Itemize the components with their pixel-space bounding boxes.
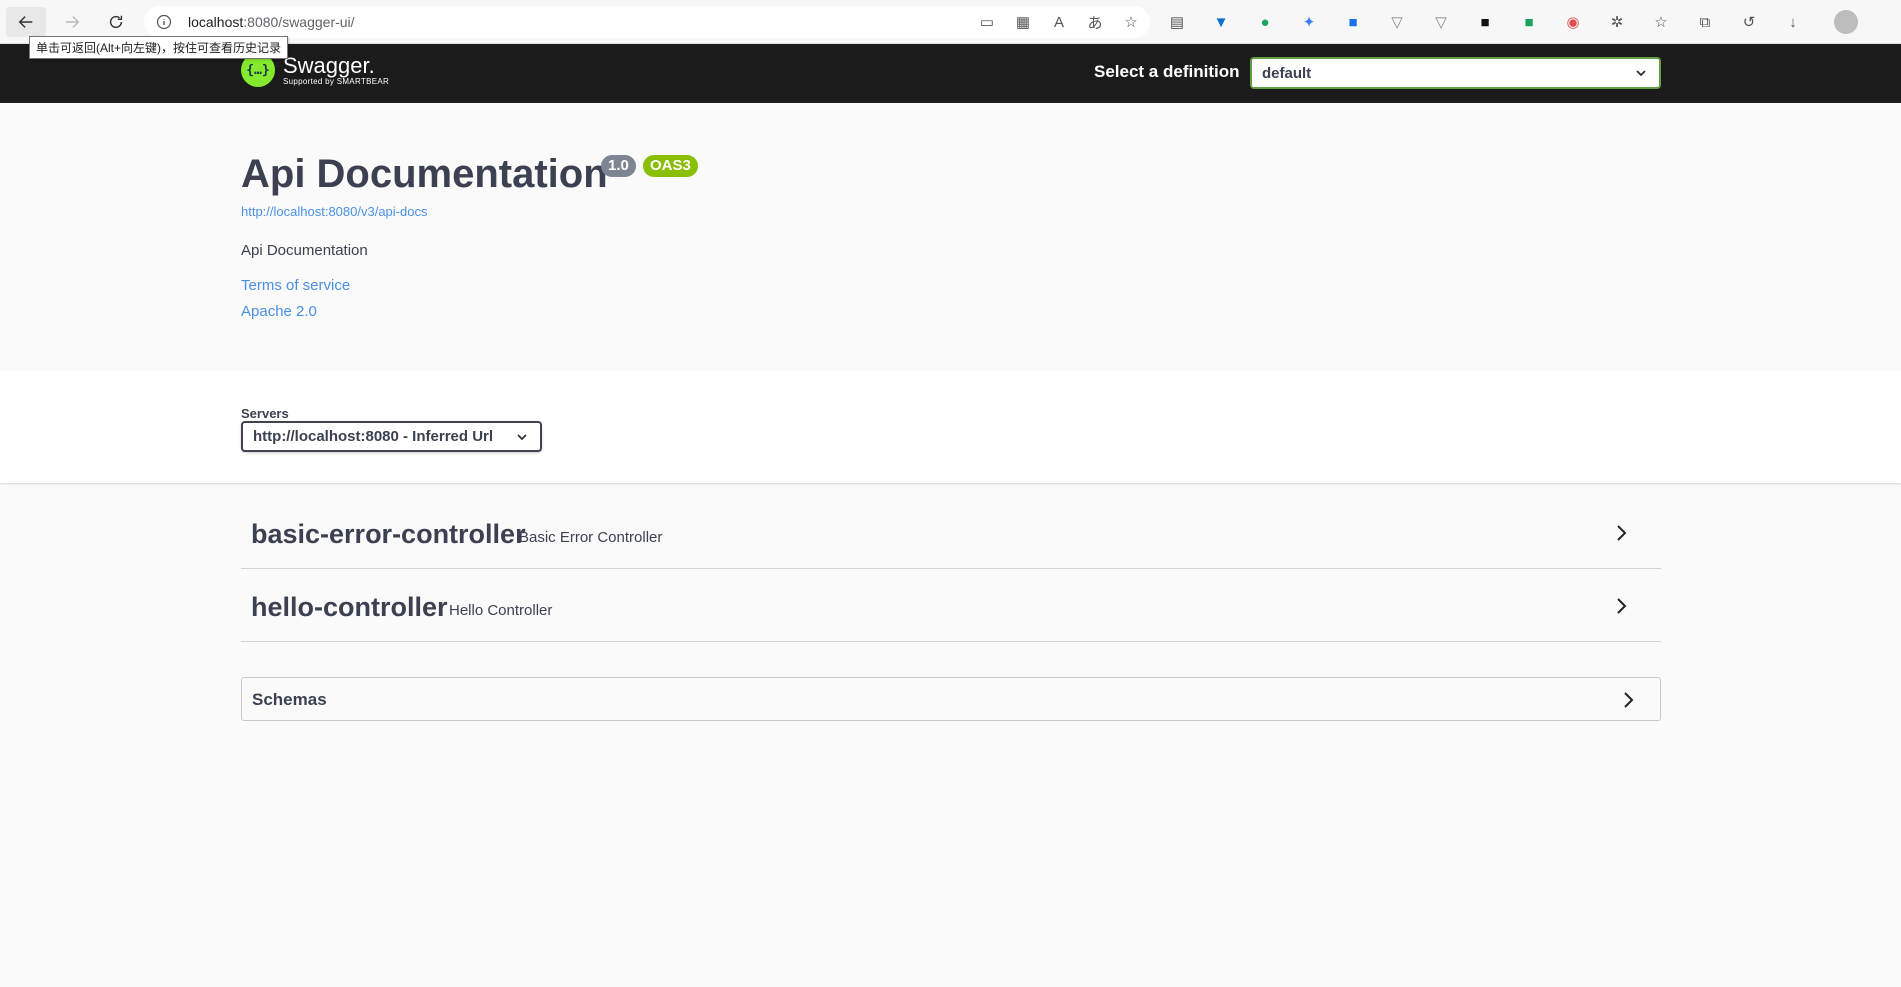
extension-vue-icon[interactable]: ▽ — [1386, 11, 1408, 33]
url-path: :8080/swagger-ui/ — [243, 14, 355, 30]
forward-button[interactable] — [52, 7, 92, 37]
extension-dark-icon[interactable]: ■ — [1474, 11, 1496, 33]
tag-name: hello-controller — [251, 592, 448, 622]
back-button[interactable] — [6, 7, 46, 37]
favorite-add-icon[interactable]: ☆ — [1120, 11, 1142, 33]
tag-basic-error-controller[interactable]: basic-error-controller Basic Error Contr… — [241, 497, 1661, 569]
tag-hello-controller[interactable]: hello-controller Hello Controller — [241, 570, 1661, 642]
extension-edge-icon[interactable]: ● — [1254, 11, 1276, 33]
logo-name: Swagger. — [283, 52, 375, 78]
definition-value: default — [1262, 65, 1312, 82]
terms-of-service-link[interactable]: Terms of service — [241, 277, 350, 294]
chevron-down-icon — [1636, 70, 1646, 77]
history-icon[interactable]: ↺ — [1738, 11, 1760, 33]
qr-code-icon[interactable]: ▦ — [1012, 11, 1034, 33]
servers-value: http://localhost:8080 - Inferred Url — [253, 428, 494, 445]
version-badge: 1.0 — [601, 155, 636, 177]
api-description: Api Documentation — [241, 242, 368, 259]
extension-vue2-icon[interactable]: ▽ — [1430, 11, 1452, 33]
app-available-icon[interactable]: ▭ — [976, 11, 998, 33]
page-title: Api Documentation — [241, 152, 608, 196]
servers-select[interactable]: http://localhost:8080 - Inferred Url — [241, 421, 542, 452]
servers-section: Servers http://localhost:8080 - Inferred… — [0, 370, 1901, 483]
refresh-button[interactable] — [96, 7, 136, 37]
extension-shield-icon[interactable]: ■ — [1518, 11, 1540, 33]
chevron-down-icon — [517, 434, 527, 441]
schemas-section[interactable]: Schemas — [241, 677, 1661, 721]
downloads-icon[interactable]: ↓ — [1782, 11, 1804, 33]
arrow-left-icon — [18, 16, 33, 28]
chevron-right-icon — [1617, 598, 1627, 614]
extension-store-icon[interactable]: ▤ — [1166, 11, 1188, 33]
url-text[interactable]: localhost:8080/swagger-ui/ — [188, 14, 355, 30]
extension-bird-icon[interactable]: ✦ — [1298, 11, 1320, 33]
servers-label: Servers — [241, 406, 289, 421]
definition-select[interactable]: default — [1250, 57, 1661, 89]
chevron-right-icon — [1624, 692, 1634, 708]
refresh-icon — [109, 15, 123, 29]
profile-avatar[interactable] — [1834, 10, 1858, 34]
tag-description: Basic Error Controller — [519, 529, 663, 546]
extensions-puzzle-icon[interactable]: ✲ — [1606, 11, 1628, 33]
read-aloud-icon[interactable]: A — [1048, 11, 1070, 33]
extension-red-icon[interactable]: ◉ — [1562, 11, 1584, 33]
extension-v-icon[interactable]: ▼ — [1210, 11, 1232, 33]
url-host: localhost — [188, 14, 244, 30]
oas-badge: OAS3 — [643, 155, 698, 177]
collections-icon[interactable]: ⧉ — [1694, 11, 1716, 33]
back-tooltip: 单击可返回(Alt+向左键)，按住可查看历史记录 — [29, 36, 289, 59]
favorites-icon[interactable]: ☆ — [1650, 11, 1672, 33]
chevron-right-icon — [1617, 525, 1627, 541]
tag-description: Hello Controller — [449, 602, 553, 619]
definition-label: Select a definition — [1094, 62, 1240, 81]
info-icon[interactable] — [156, 14, 172, 30]
translate-icon[interactable]: あ — [1084, 11, 1106, 33]
license-link[interactable]: Apache 2.0 — [241, 303, 317, 320]
schemas-label: Schemas — [252, 690, 327, 709]
tag-name: basic-error-controller — [251, 519, 526, 549]
logo-sub: Supported by SMARTBEAR — [283, 76, 390, 86]
address-bar[interactable]: localhost:8080/swagger-ui/ ▭ ▦ A あ ☆ — [144, 6, 1150, 38]
spec-url-link[interactable]: http://localhost:8080/v3/api-docs — [241, 204, 427, 219]
extension-w-icon[interactable]: ■ — [1342, 11, 1364, 33]
arrow-right-icon — [65, 16, 80, 28]
